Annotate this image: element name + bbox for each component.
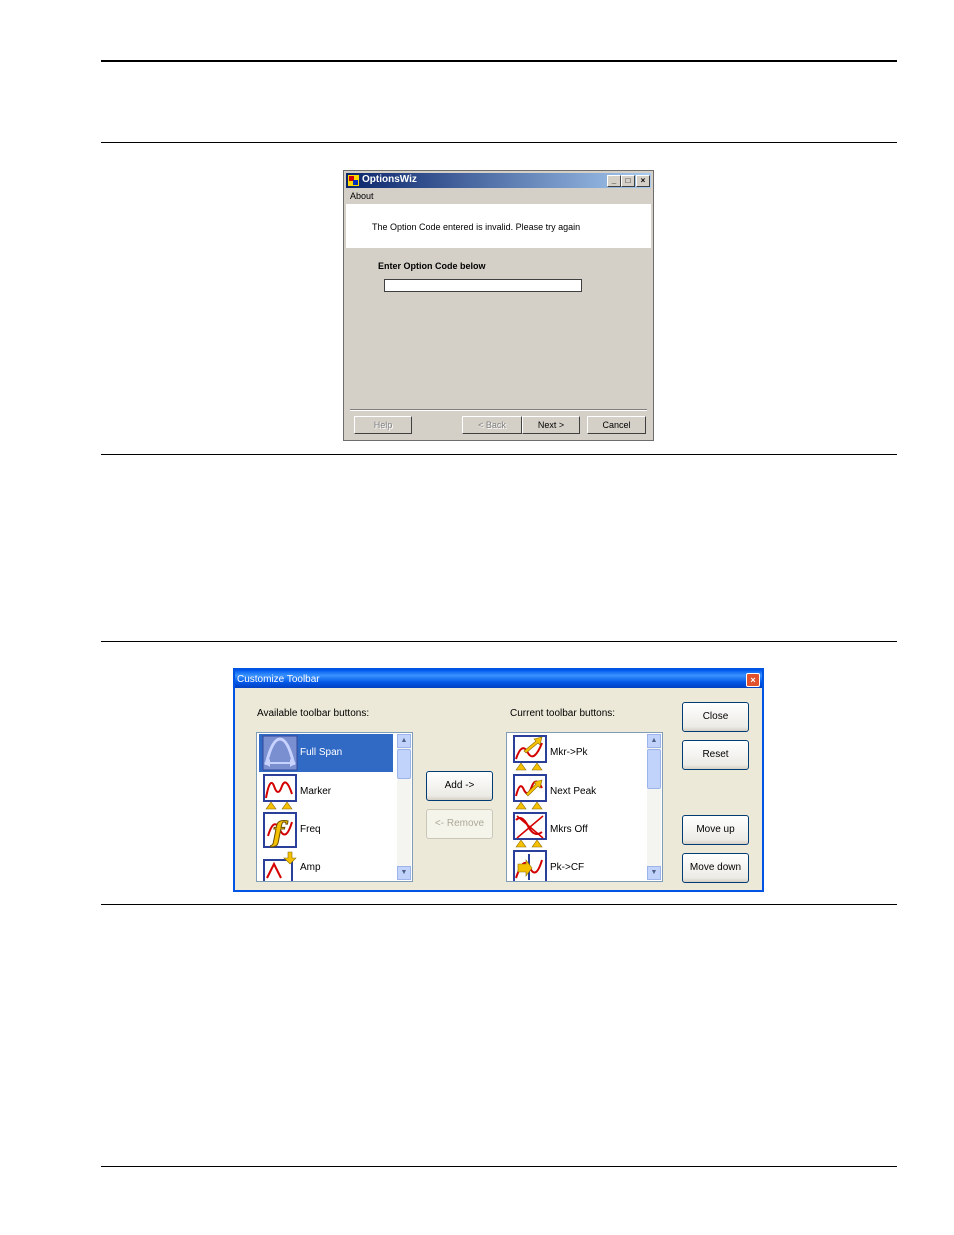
scroll-thumb[interactable] <box>397 749 411 779</box>
options-wiz-titlebar[interactable]: OptionsWiz _ □ × <box>346 173 651 188</box>
section-rule <box>101 454 897 455</box>
pk-to-cf-icon <box>513 850 547 881</box>
options-wiz-window: OptionsWiz _ □ × About The Option Code e… <box>343 170 654 441</box>
mkrs-off-icon <box>513 812 547 848</box>
section-rule <box>101 904 897 905</box>
maximize-button[interactable]: □ <box>621 175 635 187</box>
reset-button[interactable]: Reset <box>682 740 749 770</box>
item-label: Full Span <box>300 747 343 758</box>
move-up-button[interactable]: Move up <box>682 815 749 845</box>
item-label: Next Peak <box>550 786 597 797</box>
move-down-button[interactable]: Move down <box>682 853 749 883</box>
window-title: OptionsWiz <box>362 174 417 185</box>
close-button[interactable]: Close <box>682 702 749 732</box>
section-rule <box>101 641 897 642</box>
message-panel: The Option Code entered is invalid. Plea… <box>346 204 651 248</box>
button-separator <box>350 409 647 411</box>
available-buttons-label: Available toolbar buttons: <box>257 708 370 719</box>
scroll-up-icon[interactable]: ▲ <box>397 734 411 748</box>
list-item-full-span[interactable]: Full Span <box>259 734 393 772</box>
customize-toolbar-titlebar[interactable]: Customize Toolbar × <box>235 670 762 688</box>
scroll-up-icon[interactable]: ▲ <box>647 734 661 748</box>
item-label: Marker <box>300 786 332 797</box>
section-rule <box>101 142 897 143</box>
option-code-input[interactable] <box>384 279 582 292</box>
list-item-next-peak[interactable]: Next Peak <box>509 773 643 811</box>
full-span-icon <box>262 735 298 771</box>
scroll-thumb[interactable] <box>647 749 661 789</box>
item-label: Pk->CF <box>550 862 585 873</box>
next-button[interactable]: Next > <box>522 416 580 434</box>
header-rule <box>101 60 897 62</box>
back-button[interactable]: < Back <box>462 416 522 434</box>
help-button[interactable]: Help <box>354 416 412 434</box>
remove-button[interactable]: <- Remove <box>426 809 493 839</box>
cancel-button[interactable]: Cancel <box>587 416 646 434</box>
list-item-amp[interactable]: Amp <box>259 849 393 881</box>
current-buttons-label: Current toolbar buttons: <box>510 708 616 719</box>
list-item-pk-to-cf[interactable]: Pk->CF <box>509 849 643 881</box>
marker-icon <box>263 774 297 810</box>
footer-rule <box>101 1166 897 1167</box>
close-icon[interactable]: × <box>746 673 760 687</box>
add-button[interactable]: Add -> <box>426 771 493 801</box>
item-label: Mkrs Off <box>550 824 588 835</box>
current-list-scrollbar[interactable]: ▲ ▼ <box>647 734 661 880</box>
item-label: Mkr->Pk <box>550 747 588 758</box>
available-list-scrollbar[interactable]: ▲ ▼ <box>397 734 411 880</box>
available-buttons-list[interactable]: Full Span Marker f Freq Amp ▲ ▼ <box>256 732 413 882</box>
list-item-mkr-to-pk[interactable]: Mkr->Pk <box>509 734 643 772</box>
item-label: Freq <box>300 824 321 835</box>
amp-icon <box>263 851 297 881</box>
mkr-to-pk-icon <box>513 735 547 771</box>
current-buttons-list[interactable]: Mkr->Pk Next Peak Mkrs Off Pk->CF ▲ ▼ <box>506 732 663 882</box>
menu-item-about[interactable]: About <box>350 191 374 201</box>
next-peak-icon <box>513 774 547 810</box>
freq-icon: f <box>263 812 297 848</box>
list-item-marker[interactable]: Marker <box>259 773 393 811</box>
item-label: Amp <box>300 862 321 873</box>
list-item-freq[interactable]: f Freq <box>259 811 393 849</box>
scroll-down-icon[interactable]: ▼ <box>647 866 661 880</box>
app-icon <box>348 175 359 186</box>
window-title: Customize Toolbar <box>237 674 320 685</box>
close-button[interactable]: × <box>636 175 650 187</box>
error-message: The Option Code entered is invalid. Plea… <box>372 222 581 232</box>
list-item-mkrs-off[interactable]: Mkrs Off <box>509 811 643 849</box>
scroll-down-icon[interactable]: ▼ <box>397 866 411 880</box>
customize-toolbar-window: Customize Toolbar × Available toolbar bu… <box>233 668 764 892</box>
option-code-prompt: Enter Option Code below <box>378 261 486 271</box>
minimize-button[interactable]: _ <box>607 175 621 187</box>
